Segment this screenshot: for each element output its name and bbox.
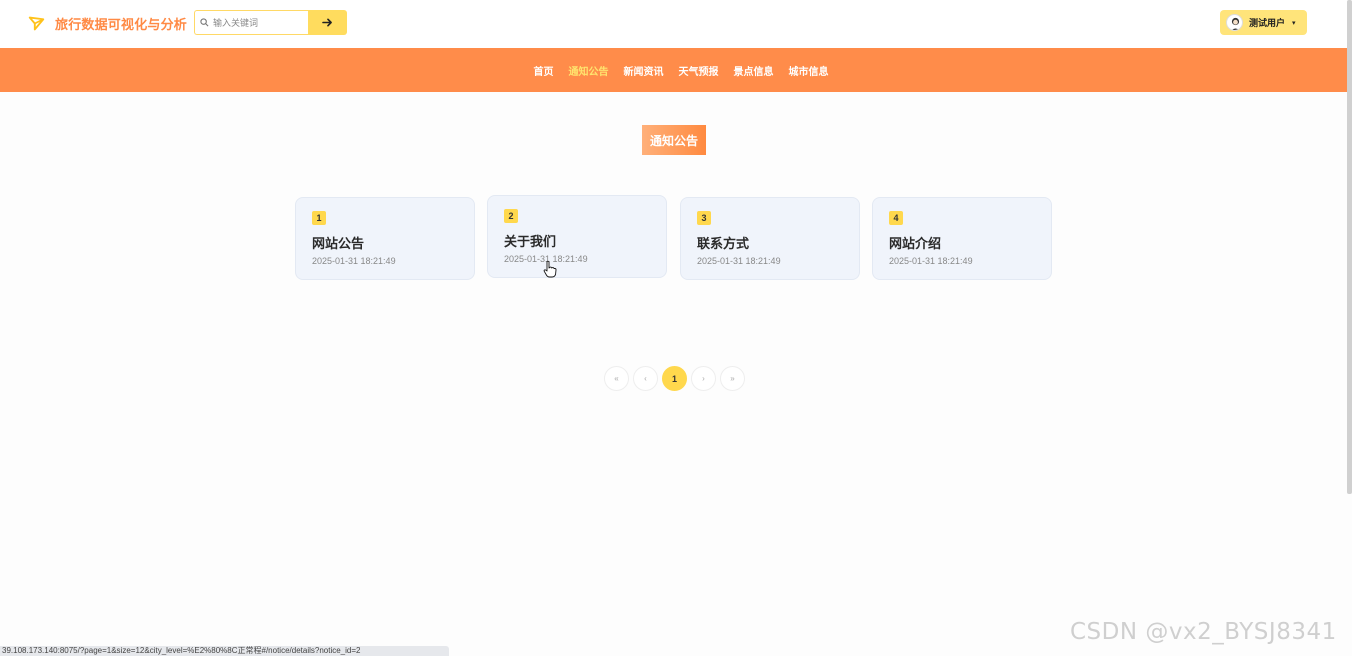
search-input[interactable]	[213, 17, 303, 28]
top-header: 旅行数据可视化与分析 测试用户 ▾	[0, 0, 1352, 48]
chevron-down-icon: ▾	[1292, 19, 1296, 27]
site-logo[interactable]: 旅行数据可视化与分析	[28, 14, 187, 33]
notice-card[interactable]: 3 联系方式 2025-01-31 18:21:49	[680, 197, 860, 280]
nav-item-home[interactable]: 首页	[534, 63, 554, 78]
card-number-badge: 4	[889, 211, 903, 225]
search-submit-button[interactable]	[308, 10, 347, 35]
page-title: 通知公告	[642, 125, 706, 155]
prev-page-button[interactable]: ‹	[633, 366, 658, 391]
card-title: 网站介绍	[889, 236, 942, 251]
user-name: 测试用户	[1249, 18, 1286, 28]
notice-card[interactable]: 1 网站公告 2025-01-31 18:21:49	[295, 197, 475, 280]
card-number-badge: 3	[697, 211, 711, 225]
pagination: « ‹ 1 › »	[604, 366, 745, 391]
card-title: 联系方式	[697, 236, 750, 251]
last-page-button[interactable]: »	[720, 366, 745, 391]
paper-plane-icon	[28, 16, 45, 31]
notice-card[interactable]: 4 网站介绍 2025-01-31 18:21:49	[872, 197, 1052, 280]
nav-item-attractions[interactable]: 景点信息	[734, 63, 774, 78]
card-number-badge: 1	[312, 211, 326, 225]
main-nav: 首页 通知公告 新闻资讯 天气预报 景点信息 城市信息	[0, 48, 1352, 92]
nav-item-cities[interactable]: 城市信息	[789, 63, 829, 78]
watermark: CSDN @vx2_BYSJ8341	[1070, 619, 1337, 645]
card-title: 网站公告	[312, 236, 365, 251]
card-title: 关于我们	[504, 234, 557, 249]
scrollbar[interactable]	[1347, 0, 1352, 494]
next-page-button[interactable]: ›	[691, 366, 716, 391]
user-avatar-icon	[1231, 17, 1240, 30]
site-title: 旅行数据可视化与分析	[55, 17, 188, 32]
avatar	[1226, 14, 1243, 31]
nav-item-weather[interactable]: 天气预报	[679, 63, 719, 78]
notice-card[interactable]: 2 关于我们 2025-01-31 18:21:49	[487, 195, 667, 278]
arrow-right-icon	[322, 18, 333, 27]
nav-item-news[interactable]: 新闻资讯	[624, 63, 664, 78]
search-box	[194, 10, 309, 35]
first-page-button[interactable]: «	[604, 366, 629, 391]
search-icon	[200, 18, 209, 27]
current-page-button[interactable]: 1	[662, 366, 687, 391]
card-date: 2025-01-31 18:21:49	[312, 256, 396, 266]
status-bar-url: 39.108.173.140:8075/?page=1&size=12&city…	[0, 646, 449, 656]
nav-item-notices[interactable]: 通知公告	[569, 63, 609, 78]
card-date: 2025-01-31 18:21:49	[697, 256, 781, 266]
card-number-badge: 2	[504, 209, 518, 223]
search-bar	[194, 10, 347, 35]
hand-cursor-icon	[543, 260, 557, 278]
card-date: 2025-01-31 18:21:49	[889, 256, 973, 266]
user-menu[interactable]: 测试用户 ▾	[1220, 10, 1307, 35]
